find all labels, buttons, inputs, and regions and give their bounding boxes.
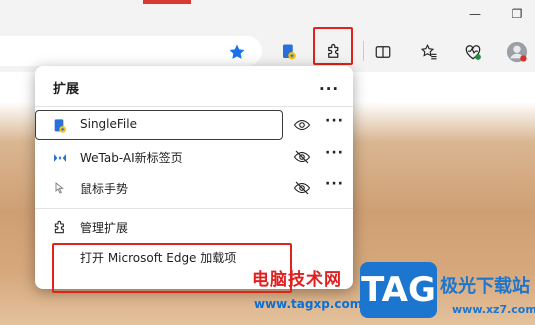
address-bar[interactable] bbox=[0, 36, 262, 66]
eye-hidden-icon[interactable] bbox=[293, 148, 311, 166]
restore-button[interactable]: ❐ bbox=[510, 7, 524, 21]
focus-outline bbox=[35, 110, 283, 140]
star-icon[interactable] bbox=[226, 41, 248, 63]
extension-row-mouse-gesture[interactable]: 鼠标手势 ··· bbox=[35, 173, 353, 203]
popup-more-button[interactable]: ··· bbox=[319, 82, 339, 97]
browser-essentials-icon[interactable] bbox=[462, 41, 484, 63]
watermark-brand: 极光下载站 bbox=[440, 276, 530, 297]
manage-extensions-label: 管理扩展 bbox=[80, 221, 129, 235]
avatar[interactable] bbox=[506, 41, 528, 63]
watermark-site-name: 电脑技术网 bbox=[252, 270, 342, 290]
divider bbox=[35, 106, 353, 107]
mouse-gesture-icon bbox=[51, 180, 69, 198]
extension-more-button[interactable]: ··· bbox=[325, 145, 344, 161]
watermark-site-url: www.tagxp.com bbox=[254, 297, 363, 311]
eye-icon[interactable] bbox=[293, 116, 311, 134]
title-bar: — ❐ bbox=[0, 0, 535, 30]
popup-title: 扩展 bbox=[53, 82, 80, 97]
toolbar-separator bbox=[363, 41, 364, 61]
extension-more-button[interactable]: ··· bbox=[325, 176, 344, 192]
extension-name: SingleFile bbox=[80, 117, 137, 131]
wetab-icon bbox=[51, 149, 69, 167]
singlefile-icon bbox=[51, 117, 69, 135]
extensions-highlight bbox=[313, 27, 353, 65]
split-screen-icon[interactable] bbox=[372, 41, 394, 63]
extension-row-wetab[interactable]: WeTab-AI新标签页 ··· bbox=[35, 142, 353, 172]
divider bbox=[35, 208, 353, 209]
singlefile-toolbar-icon[interactable] bbox=[278, 41, 300, 63]
extension-name: WeTab-AI新标签页 bbox=[80, 151, 183, 165]
minimize-button[interactable]: — bbox=[468, 7, 482, 21]
active-tab-indicator bbox=[143, 0, 191, 4]
manage-extensions-item[interactable]: 管理扩展 bbox=[35, 212, 353, 242]
puzzle-icon bbox=[51, 219, 69, 237]
favorites-icon[interactable] bbox=[418, 41, 440, 63]
extension-more-button[interactable]: ··· bbox=[325, 113, 344, 129]
eye-hidden-icon[interactable] bbox=[293, 179, 311, 197]
watermark-brand-url: www.xz7.com bbox=[452, 303, 535, 316]
extension-row-singlefile[interactable]: SingleFile ··· bbox=[35, 110, 353, 140]
extension-name: 鼠标手势 bbox=[80, 182, 129, 196]
watermark-logo: TAG bbox=[360, 262, 437, 318]
